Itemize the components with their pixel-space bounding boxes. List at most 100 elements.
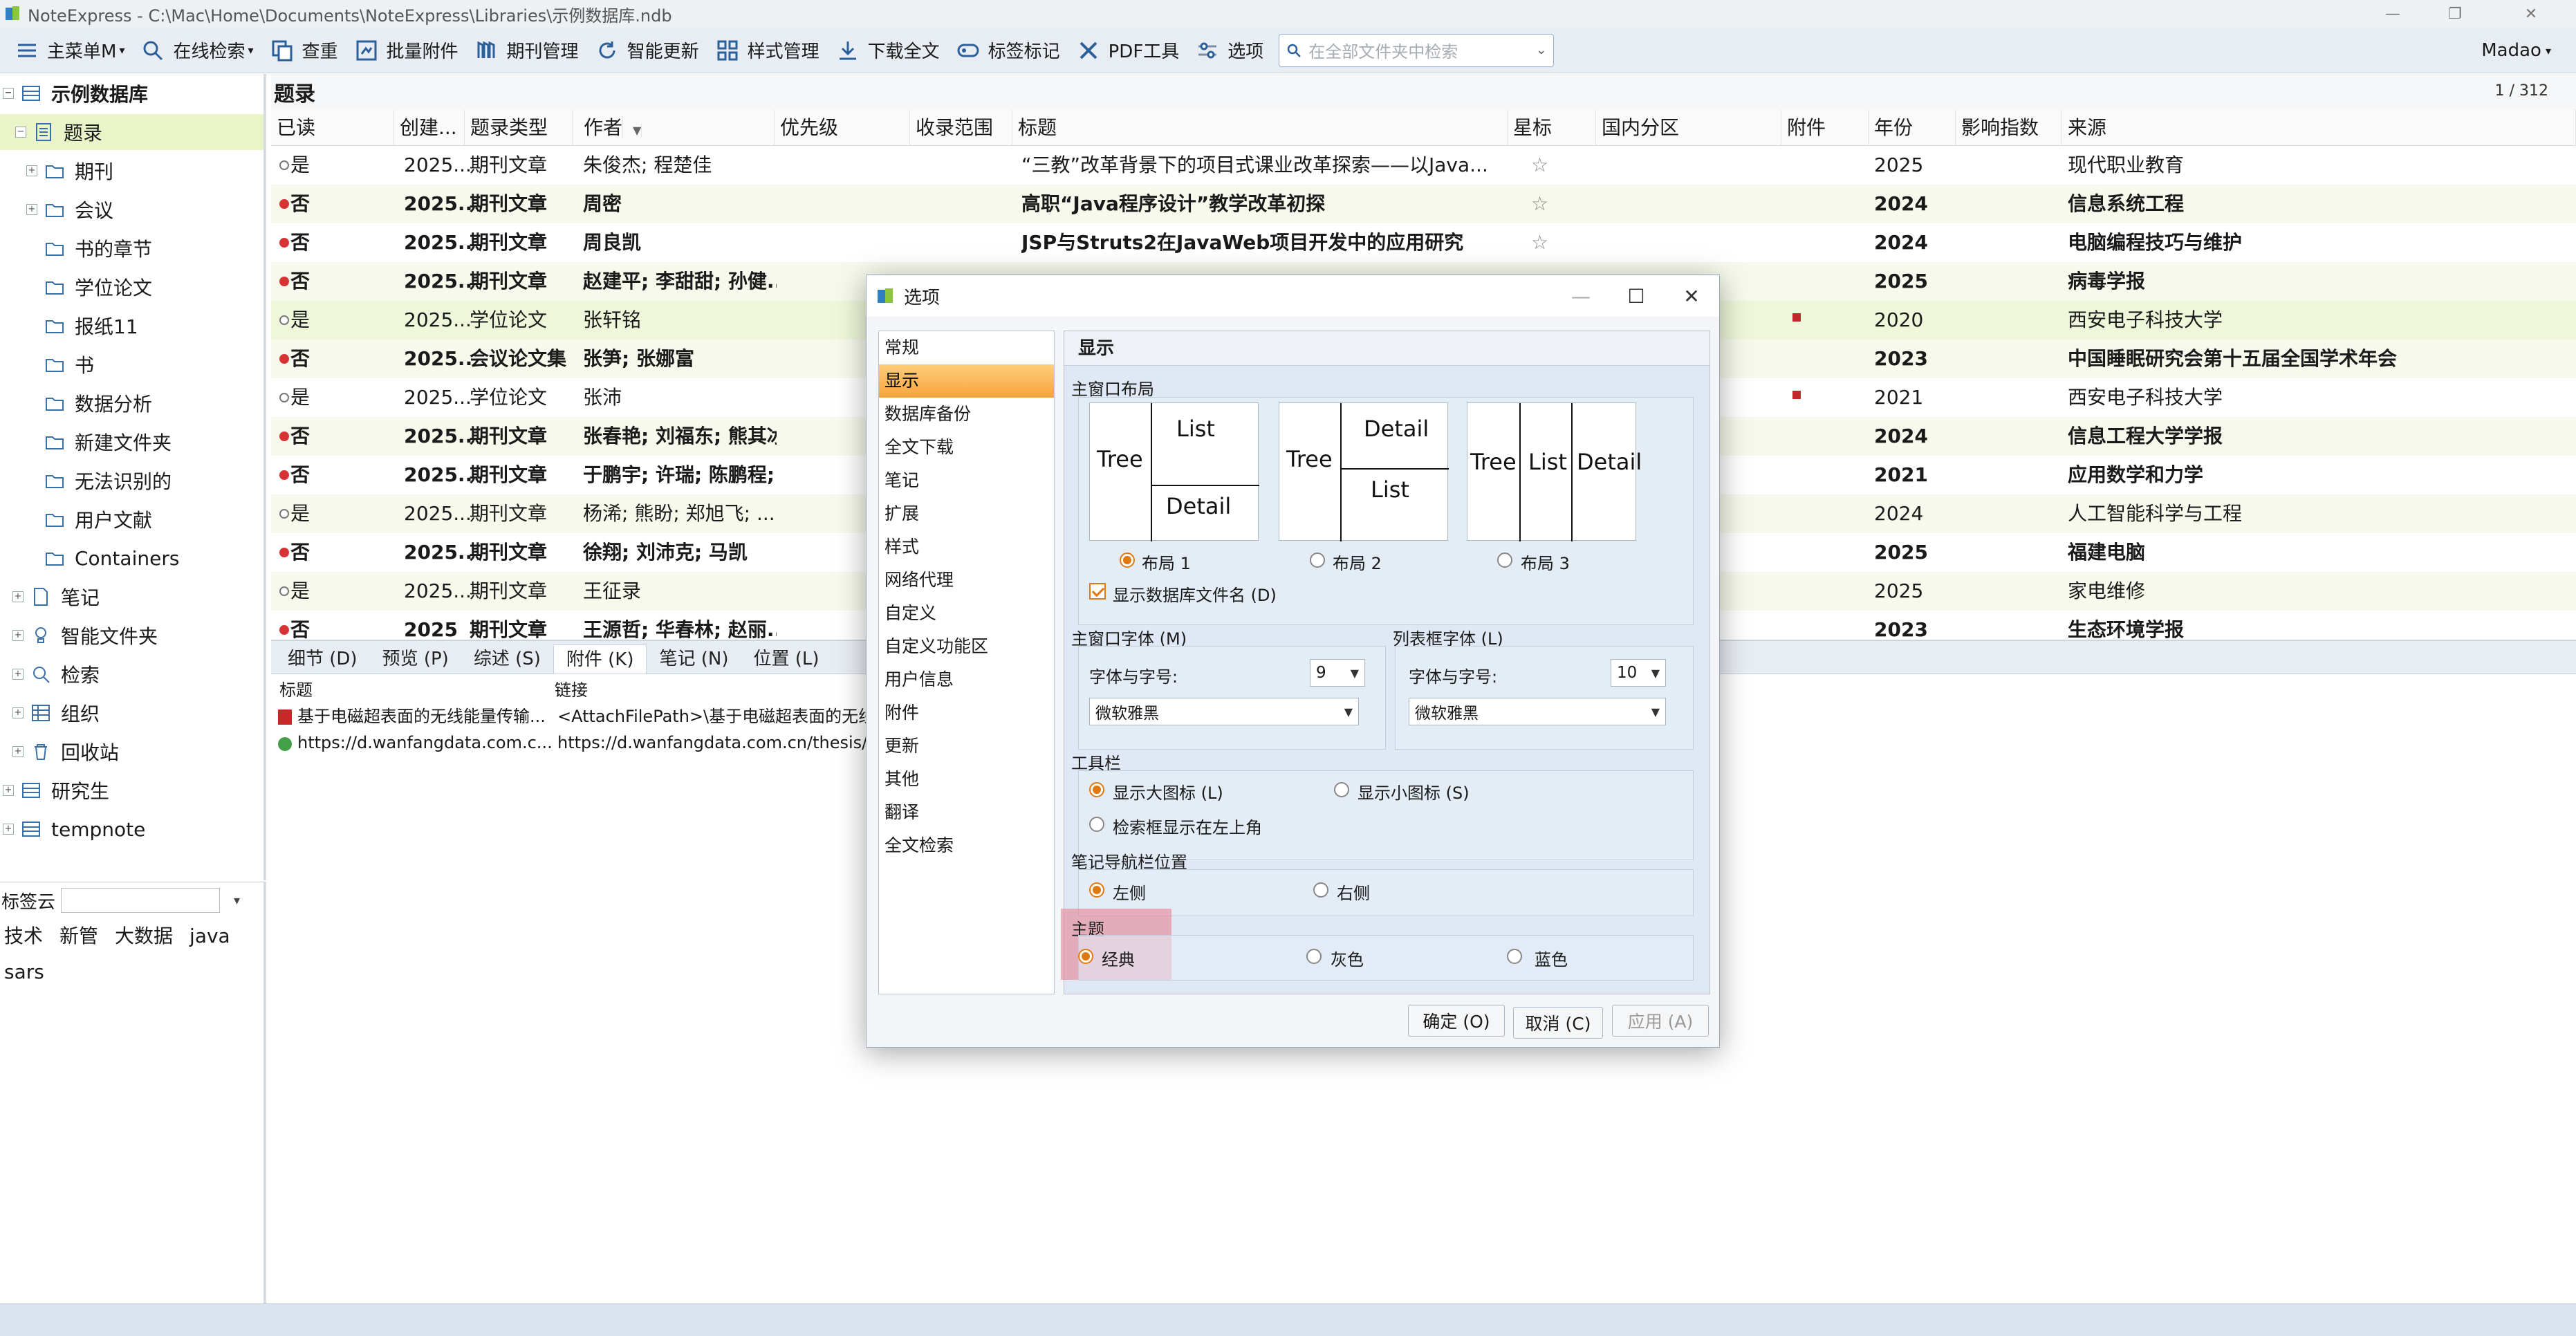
column-header[interactable]: 附件: [1781, 110, 1869, 146]
table-row[interactable]: 是 2025... 期刊文章 朱俊杰; 程楚佳 “三教”改革背景下的项目式课业改革探索—…: [271, 146, 2576, 185]
nav-extensions[interactable]: 扩展: [879, 497, 1054, 530]
tree-item-smart-folder[interactable]: + 智能文件夹: [12, 618, 158, 653]
close-dialog-button[interactable]: ✕: [1671, 281, 1712, 311]
nav-proxy[interactable]: 网络代理: [879, 564, 1054, 597]
toolbar-duplicate-check[interactable]: 查重: [262, 33, 346, 68]
tree-item-newspaper[interactable]: 报纸11: [44, 308, 138, 344]
tab-attachments[interactable]: 附件 (K): [553, 644, 647, 674]
large-icons-radio[interactable]: [1089, 782, 1104, 797]
attachment-row[interactable]: https://d.wanfangdata.com.c...: [278, 730, 551, 756]
nav-custom[interactable]: 自定义: [879, 597, 1054, 630]
toolbar-online-search[interactable]: 在线检索 ▾: [133, 33, 261, 68]
note-nav-right-radio[interactable]: [1313, 882, 1328, 898]
tab-location[interactable]: 位置 (L): [741, 644, 832, 674]
theme-classic-radio[interactable]: [1078, 949, 1093, 964]
theme-gray-radio[interactable]: [1306, 949, 1322, 964]
nav-notes[interactable]: 笔记: [879, 464, 1054, 497]
column-header[interactable]: 优先级: [775, 110, 910, 146]
nav-translate[interactable]: 翻译: [879, 796, 1054, 829]
tree-item-book[interactable]: 书: [44, 346, 94, 382]
minimize-button[interactable]: —: [2362, 0, 2424, 28]
tab-details[interactable]: 细节 (D): [275, 644, 370, 674]
expand-icon[interactable]: +: [12, 669, 24, 680]
tree-item-records[interactable]: − 题录: [0, 114, 263, 150]
column-header[interactable]: 国内分区: [1596, 110, 1781, 146]
star-icon[interactable]: ☆: [1531, 185, 1548, 223]
collapse-icon[interactable]: −: [15, 127, 26, 138]
nav-general[interactable]: 常规: [879, 331, 1054, 364]
attachment-row[interactable]: 基于电磁超表面的无线能量传输...: [278, 703, 551, 730]
list-font-size-select[interactable]: 10 ▼: [1611, 659, 1666, 687]
layout-3-preview[interactable]: Tree List Detail: [1467, 402, 1642, 541]
tag-item[interactable]: sars: [4, 961, 44, 983]
tag-item[interactable]: 新管: [59, 925, 98, 947]
user-menu[interactable]: Madao ▾: [2481, 28, 2551, 73]
layout-1-preview[interactable]: Tree List Detail: [1089, 402, 1259, 541]
tree-item-sample-db[interactable]: − 示例数据库: [3, 75, 264, 111]
nav-db-backup[interactable]: 数据库备份: [879, 398, 1054, 431]
tag-item[interactable]: 技术: [4, 925, 43, 947]
expand-icon[interactable]: +: [12, 630, 24, 641]
toolbar-main-menu[interactable]: 主菜单M ▾: [7, 33, 133, 68]
expand-icon[interactable]: +: [12, 746, 24, 757]
close-window-button[interactable]: ✕: [2500, 0, 2562, 28]
tree-item-grad-db[interactable]: + 研究生: [3, 772, 109, 808]
tab-preview[interactable]: 预览 (P): [370, 644, 461, 674]
toolbar-pdf-tool[interactable]: PDF工具: [1068, 33, 1188, 68]
toolbar-batch-attachment[interactable]: 批量附件: [346, 33, 467, 68]
expand-icon[interactable]: +: [12, 707, 24, 718]
expand-icon[interactable]: +: [3, 824, 14, 835]
nav-other[interactable]: 其他: [879, 763, 1054, 796]
nav-fulltext-download[interactable]: 全文下载: [879, 431, 1054, 464]
toolbar-journal-manage[interactable]: 期刊管理: [467, 33, 587, 68]
tree-item-search[interactable]: + 检索: [12, 656, 100, 692]
toolbar-download-fulltext[interactable]: 下载全文: [828, 33, 948, 68]
tab-summary[interactable]: 综述 (S): [461, 644, 553, 674]
show-db-filename-checkbox[interactable]: [1089, 583, 1106, 600]
toolbar-options[interactable]: 选项: [1187, 33, 1272, 68]
tree-item-organize[interactable]: + 组织: [12, 695, 100, 731]
nav-attachments[interactable]: 附件: [879, 696, 1054, 730]
tag-item[interactable]: 大数据: [115, 925, 173, 947]
tag-item[interactable]: java: [189, 925, 230, 947]
tree-item-journal[interactable]: + 期刊: [26, 153, 113, 189]
toolbar-style-manage[interactable]: 样式管理: [707, 33, 828, 68]
toolbar-search-box[interactable]: 在全部文件夹中检索 ⌄: [1279, 33, 1555, 67]
tab-notes[interactable]: 笔记 (N): [647, 644, 741, 674]
attachment-link[interactable]: https://d.wanfangdata.com.cn/thesis/C: [557, 730, 872, 756]
tree-item-notes[interactable]: + 笔记: [12, 579, 100, 615]
theme-blue-radio[interactable]: [1507, 949, 1522, 964]
column-header[interactable]: 来源: [2062, 110, 2576, 146]
tree-item-containers[interactable]: Containers: [44, 540, 179, 576]
nav-fulltext-search[interactable]: 全文检索: [879, 829, 1054, 862]
chevron-down-icon[interactable]: ⌄: [1536, 43, 1546, 57]
expand-icon[interactable]: +: [12, 591, 24, 602]
tree-item-tempnote-db[interactable]: + tempnote: [3, 811, 145, 847]
column-header[interactable]: 年份: [1869, 110, 1956, 146]
star-icon[interactable]: ☆: [1531, 223, 1548, 262]
main-font-select[interactable]: 微软雅黑 ▼: [1089, 698, 1359, 725]
table-row[interactable]: 否 2025... 期刊文章 周良凯 JSP与Struts2在JavaWeb项目开发中的…: [271, 223, 2576, 262]
collapse-icon[interactable]: −: [3, 88, 14, 99]
table-row[interactable]: 否 2025... 期刊文章 周密 高职“Java程序设计”教学改革初探 2024 信息系统…: [271, 185, 2576, 223]
maximize-button[interactable]: ☐: [1615, 281, 1657, 311]
tree-item-book-chapter[interactable]: 书的章节: [44, 230, 152, 266]
column-header[interactable]: 创建...: [394, 110, 465, 146]
star-icon[interactable]: ☆: [1531, 146, 1548, 185]
apply-button[interactable]: 应用 (A): [1612, 1005, 1709, 1037]
tree-item-data-analysis[interactable]: 数据分析: [44, 385, 152, 421]
tree-item-thesis[interactable]: 学位论文: [44, 269, 152, 305]
nav-update[interactable]: 更新: [879, 730, 1054, 763]
column-header[interactable]: 影响指数: [1956, 110, 2062, 146]
expand-icon[interactable]: +: [26, 204, 37, 215]
minimize-button[interactable]: —: [1560, 281, 1602, 311]
main-font-size-select[interactable]: 9 ▼: [1310, 659, 1365, 687]
tag-filter-input[interactable]: [61, 888, 221, 913]
layout-2-radio[interactable]: [1310, 553, 1325, 568]
tree-item-unrecognized[interactable]: 无法识别的: [44, 463, 172, 499]
layout-1-radio[interactable]: [1120, 553, 1135, 568]
tree-item-conference[interactable]: + 会议: [26, 192, 113, 228]
column-header[interactable]: 星标: [1508, 110, 1596, 146]
nav-styles[interactable]: 样式: [879, 530, 1054, 564]
toolbar-tag-mark[interactable]: 标签标记: [948, 33, 1068, 68]
